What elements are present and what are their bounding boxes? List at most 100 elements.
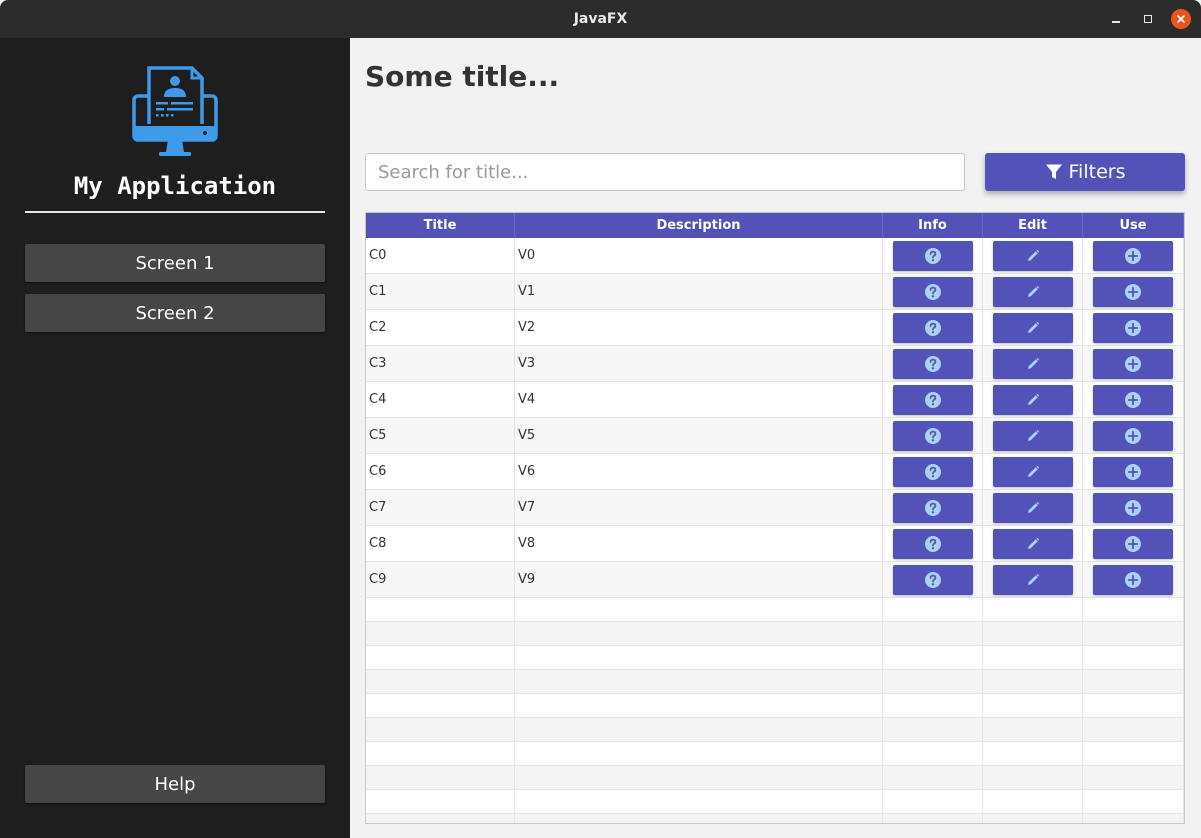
cell-info (883, 562, 983, 597)
empty-cell (515, 670, 883, 693)
pencil-icon (1027, 321, 1039, 333)
table-row[interactable]: C7 V7 (366, 490, 1184, 526)
cell-edit (983, 310, 1083, 345)
pencil-icon (1027, 537, 1039, 549)
cell-use (1083, 274, 1184, 309)
minimize-window-button[interactable] (1106, 9, 1126, 29)
cell-description: V1 (515, 274, 883, 309)
empty-cell (883, 670, 983, 693)
sidebar-item-screen-1[interactable]: Screen 1 (25, 244, 325, 282)
info-button[interactable] (892, 384, 973, 415)
cell-title: C2 (366, 310, 515, 345)
use-button[interactable] (1093, 348, 1173, 379)
info-button[interactable] (892, 276, 973, 307)
cell-description: V4 (515, 382, 883, 417)
question-circle-icon (924, 427, 941, 444)
edit-button[interactable] (992, 420, 1073, 451)
use-button[interactable] (1093, 528, 1173, 559)
empty-table-row (366, 622, 1184, 646)
info-button[interactable] (892, 240, 973, 271)
info-button[interactable] (892, 348, 973, 379)
maximize-window-button[interactable] (1138, 9, 1158, 29)
table-row[interactable]: C4 V4 (366, 382, 1184, 418)
edit-button[interactable] (992, 312, 1073, 343)
pencil-icon (1027, 249, 1039, 261)
plus-circle-icon (1125, 355, 1141, 372)
minimize-icon (1112, 21, 1120, 23)
use-button[interactable] (1093, 456, 1173, 487)
column-header-edit[interactable]: Edit (983, 213, 1083, 238)
info-button[interactable] (892, 528, 973, 559)
data-table: Title Description Info Edit Use C0 V0 C1 (365, 212, 1185, 824)
table-row[interactable]: C0 V0 (366, 238, 1184, 274)
use-button[interactable] (1093, 384, 1173, 415)
funnel-icon (1045, 164, 1062, 179)
empty-cell (1083, 718, 1184, 741)
table-row[interactable]: C5 V5 (366, 418, 1184, 454)
search-input[interactable] (365, 153, 965, 191)
cell-info (883, 274, 983, 309)
use-button[interactable] (1093, 420, 1173, 451)
table-row[interactable]: C8 V8 (366, 526, 1184, 562)
cell-info (883, 454, 983, 489)
column-header-use[interactable]: Use (1083, 213, 1184, 238)
use-button[interactable] (1093, 564, 1173, 595)
info-button[interactable] (892, 312, 973, 343)
empty-cell (1083, 670, 1184, 693)
table-row[interactable]: C1 V1 (366, 274, 1184, 310)
cell-description: V3 (515, 346, 883, 381)
cell-title: C1 (366, 274, 515, 309)
cell-edit (983, 526, 1083, 561)
empty-cell (1083, 814, 1184, 823)
cell-info (883, 346, 983, 381)
close-window-button[interactable] (1171, 9, 1191, 29)
table-row[interactable]: C9 V9 (366, 562, 1184, 598)
edit-button[interactable] (992, 528, 1073, 559)
empty-table-row (366, 766, 1184, 790)
cell-info (883, 526, 983, 561)
edit-button[interactable] (992, 384, 1073, 415)
column-header-title[interactable]: Title (366, 213, 515, 238)
edit-button[interactable] (992, 240, 1073, 271)
table-row[interactable]: C3 V3 (366, 346, 1184, 382)
use-button[interactable] (1093, 312, 1173, 343)
pencil-icon (1027, 501, 1039, 513)
info-button[interactable] (892, 420, 973, 451)
cell-edit (983, 490, 1083, 525)
help-button[interactable]: Help (25, 765, 325, 803)
empty-cell (366, 622, 515, 645)
info-button[interactable] (892, 564, 973, 595)
use-button[interactable] (1093, 240, 1173, 271)
plus-circle-icon (1125, 535, 1141, 552)
cell-info (883, 490, 983, 525)
edit-button[interactable] (992, 492, 1073, 523)
edit-button[interactable] (992, 276, 1073, 307)
table-row[interactable]: C6 V6 (366, 454, 1184, 490)
column-header-info[interactable]: Info (883, 213, 983, 238)
question-circle-icon (924, 319, 941, 336)
empty-cell (515, 814, 883, 823)
cell-edit (983, 274, 1083, 309)
question-circle-icon (924, 535, 941, 552)
use-button[interactable] (1093, 492, 1173, 523)
use-button[interactable] (1093, 276, 1173, 307)
info-button[interactable] (892, 456, 973, 487)
sidebar: My Application Screen 1 Screen 2 Help (0, 38, 350, 838)
edit-button[interactable] (992, 456, 1073, 487)
edit-button[interactable] (992, 348, 1073, 379)
cell-info (883, 382, 983, 417)
plus-circle-icon (1125, 463, 1141, 480)
empty-cell (515, 622, 883, 645)
filters-button[interactable]: Filters (985, 153, 1185, 191)
sidebar-item-screen-2[interactable]: Screen 2 (25, 294, 325, 332)
page-title: Some title... (365, 60, 560, 93)
column-header-description[interactable]: Description (515, 213, 883, 238)
edit-button[interactable] (992, 564, 1073, 595)
cell-edit (983, 346, 1083, 381)
empty-table-row (366, 670, 1184, 694)
info-button[interactable] (892, 492, 973, 523)
plus-circle-icon (1125, 499, 1141, 516)
table-row[interactable]: C2 V2 (366, 310, 1184, 346)
cell-description: V8 (515, 526, 883, 561)
question-circle-icon (924, 571, 941, 588)
